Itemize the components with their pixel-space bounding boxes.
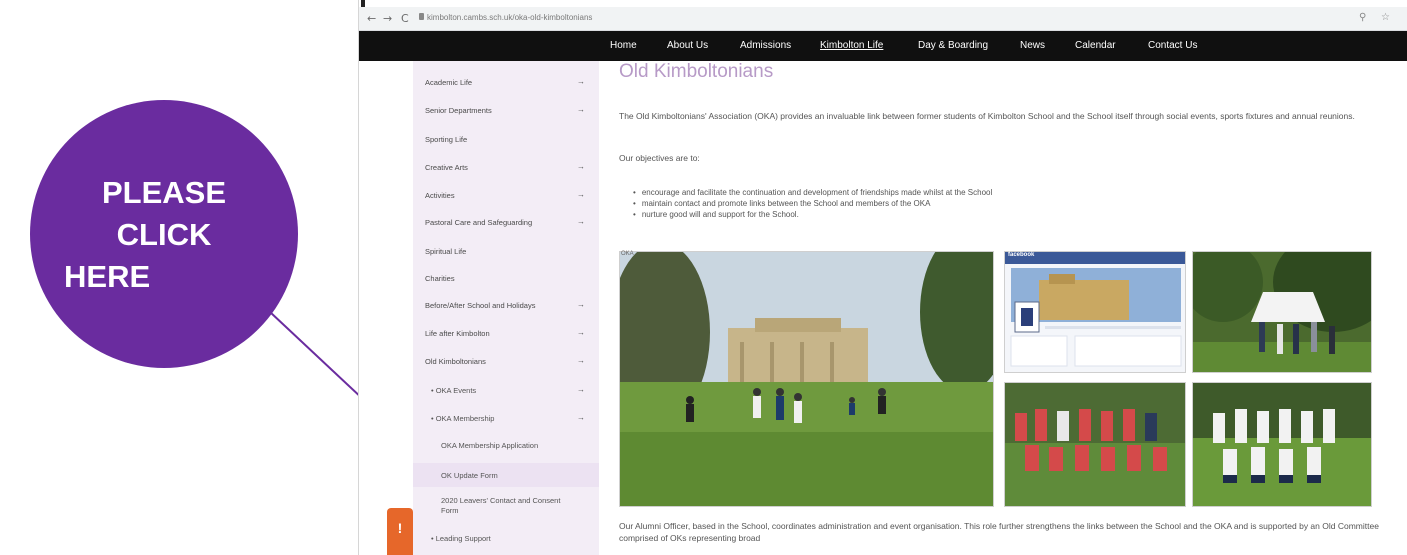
list-item: maintain contact and promote links betwe… [633, 198, 1333, 209]
photo-red-team[interactable] [1004, 382, 1186, 507]
callout-line-click: CLICK [116, 217, 212, 252]
callout-line-here: HERE [64, 259, 151, 294]
browser-toolbar: ← → C kimbolton.cambs.sch.uk/oka-old-kim… [359, 7, 1407, 31]
nav-day-boarding[interactable]: Day & Boarding [918, 40, 988, 51]
nav-kimbolton-life[interactable]: Kimbolton Life [820, 40, 883, 51]
arrow-icon: → [577, 328, 585, 337]
nav-home[interactable]: Home [610, 40, 637, 51]
objectives-lead: Our objectives are to: [619, 153, 700, 163]
screenshot-root: PLEASE CLICK HERE ← → C kimbolton.cambs.… [0, 0, 1407, 555]
address-bar[interactable]: kimbolton.cambs.sch.uk/oka-old-kimbolton… [427, 13, 592, 22]
callout-line-please: PLEASE [101, 175, 227, 210]
photo-facebook-page[interactable] [1004, 251, 1186, 373]
nav-news[interactable]: News [1020, 40, 1045, 51]
arrow-icon: → [577, 162, 585, 171]
alumni-paragraph: Our Alumni Officer, based in the School,… [619, 521, 1379, 543]
photo-caption: OKA [621, 251, 634, 257]
nav-calendar[interactable]: Calendar [1075, 40, 1116, 51]
callout-text: PLEASE CLICK HERE [64, 172, 264, 298]
browser-window: ← → C kimbolton.cambs.sch.uk/oka-old-kim… [358, 0, 1407, 555]
arrow-icon: → [577, 190, 585, 199]
arrow-icon: → [577, 385, 585, 394]
reload-icon[interactable]: C [401, 12, 409, 25]
arrow-icon: → [577, 217, 585, 226]
zoom-icon[interactable]: ⚲ [1359, 12, 1366, 23]
arrow-icon: → [577, 413, 585, 422]
nav-admissions[interactable]: Admissions [740, 40, 791, 51]
nav-about-us[interactable]: About Us [667, 40, 708, 51]
facebook-label: facebook [1008, 252, 1035, 258]
photo-football-on-lawn[interactable] [619, 251, 994, 507]
forward-icon[interactable]: → [383, 12, 392, 25]
alert-icon[interactable]: ! [387, 508, 413, 555]
back-icon[interactable]: ← [367, 12, 376, 25]
arrow-icon: → [577, 77, 585, 86]
photo-garden-party[interactable] [1192, 251, 1372, 373]
list-item: encourage and facilitate the continuatio… [633, 187, 1333, 198]
photo-white-team[interactable] [1192, 382, 1372, 507]
intro-paragraph: The Old Kimboltonians' Association (OKA)… [619, 111, 1355, 121]
list-item: nurture good will and support for the Sc… [633, 209, 1333, 220]
objectives-list: encourage and facilitate the continuatio… [633, 187, 1333, 220]
arrow-icon: → [577, 105, 585, 114]
tab-strip [359, 0, 1407, 7]
star-icon[interactable]: ☆ [1381, 12, 1390, 23]
arrow-icon: → [577, 356, 585, 365]
page-title: Old Kimboltonians [619, 61, 774, 82]
site-navbar: Home About Us Admissions Kimbolton Life … [359, 31, 1407, 61]
arrow-icon: → [577, 300, 585, 309]
nav-contact-us[interactable]: Contact Us [1148, 40, 1197, 51]
sidebar-nav: Academic Life → Senior Departments → Sport… [413, 61, 599, 555]
lock-icon [419, 13, 424, 20]
